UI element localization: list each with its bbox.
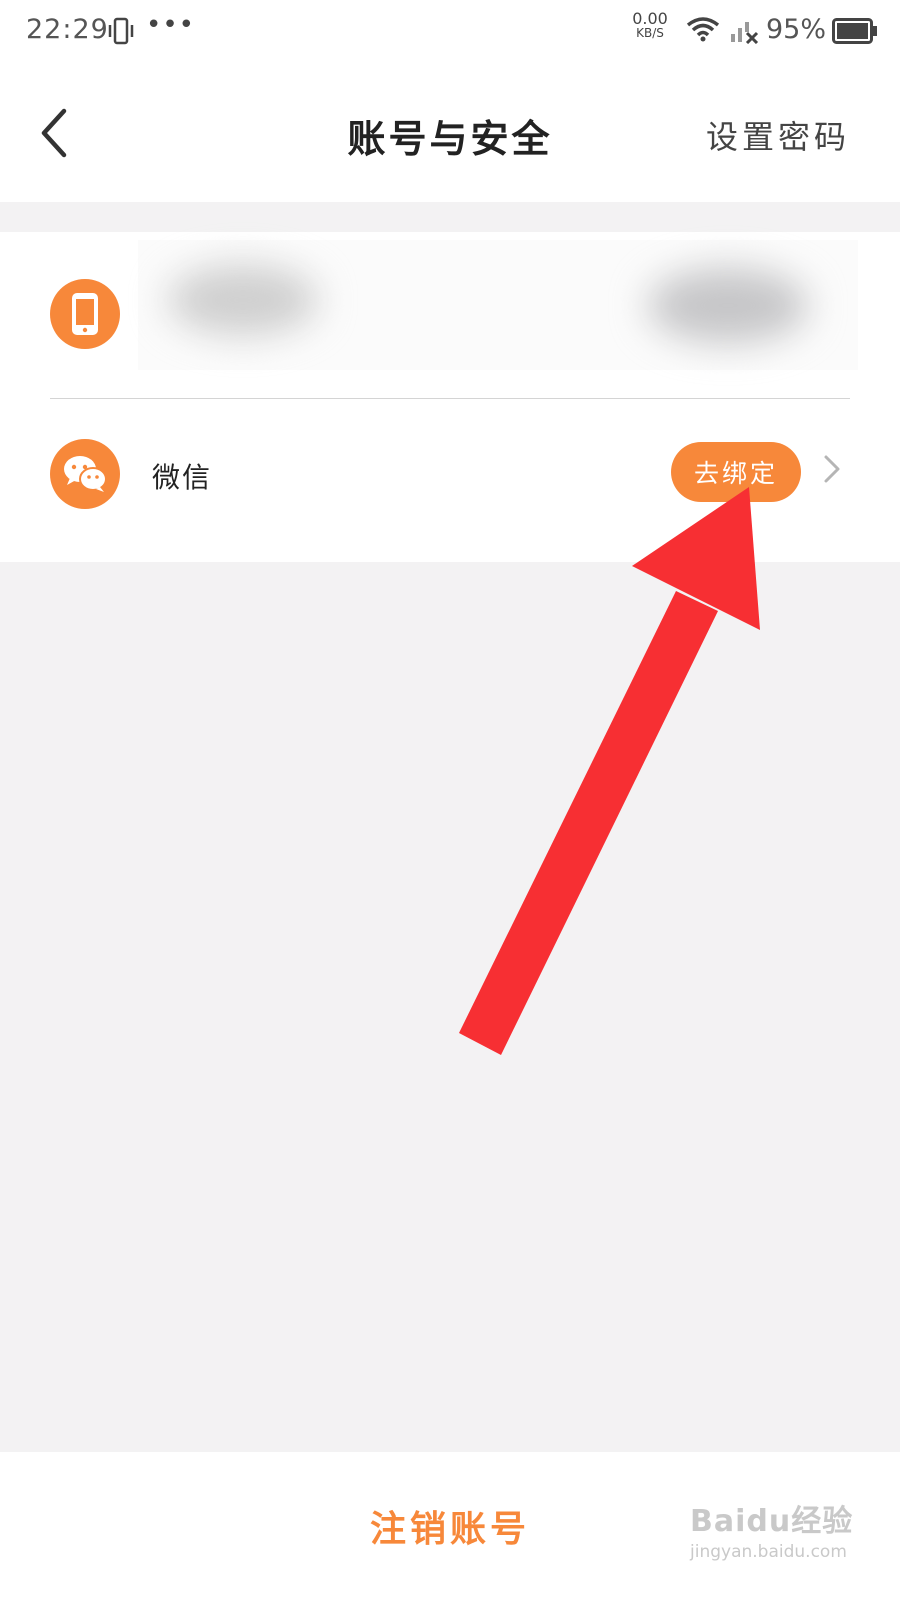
net-speed-value: 0.00 [632,9,668,28]
signal-no-service-icon [730,16,760,48]
net-speed-unit: KB/S [636,26,664,40]
obscured-phone-number [138,240,858,370]
wechat-row[interactable]: 微信 去绑定 [0,399,900,562]
vibrate-icon [108,17,134,49]
net-speed: 0.00 KB/S [628,9,672,41]
nav-bar: 账号与安全 设置密码 [0,64,900,202]
bind-wechat-button[interactable]: 去绑定 [671,442,801,502]
bottom-bar: 注销账号 Baidu经验 jingyan.baidu.com [0,1452,900,1600]
phone-row[interactable] [0,232,900,398]
set-password-link[interactable]: 设置密码 [706,112,850,158]
status-bar: 22:29 ••• 0.00 KB/S 95% [0,0,900,64]
more-dots-icon: ••• [146,10,196,40]
status-time: 22:29 [26,14,109,45]
phone-icon [50,279,120,349]
battery-percent: 95% [766,14,827,45]
wechat-icon [50,439,120,509]
wechat-label: 微信 [152,461,213,494]
watermark-logo-text: Baidu经验 [690,1504,854,1539]
watermark: Baidu经验 jingyan.baidu.com [690,1496,853,1562]
battery-icon [832,18,878,48]
chevron-right-icon [823,454,841,488]
wifi-icon [686,16,720,46]
account-list: 微信 去绑定 [0,232,900,562]
obscured-text-left [168,265,318,335]
watermark-url: jingyan.baidu.com [690,1542,847,1562]
obscured-text-right [648,268,808,343]
